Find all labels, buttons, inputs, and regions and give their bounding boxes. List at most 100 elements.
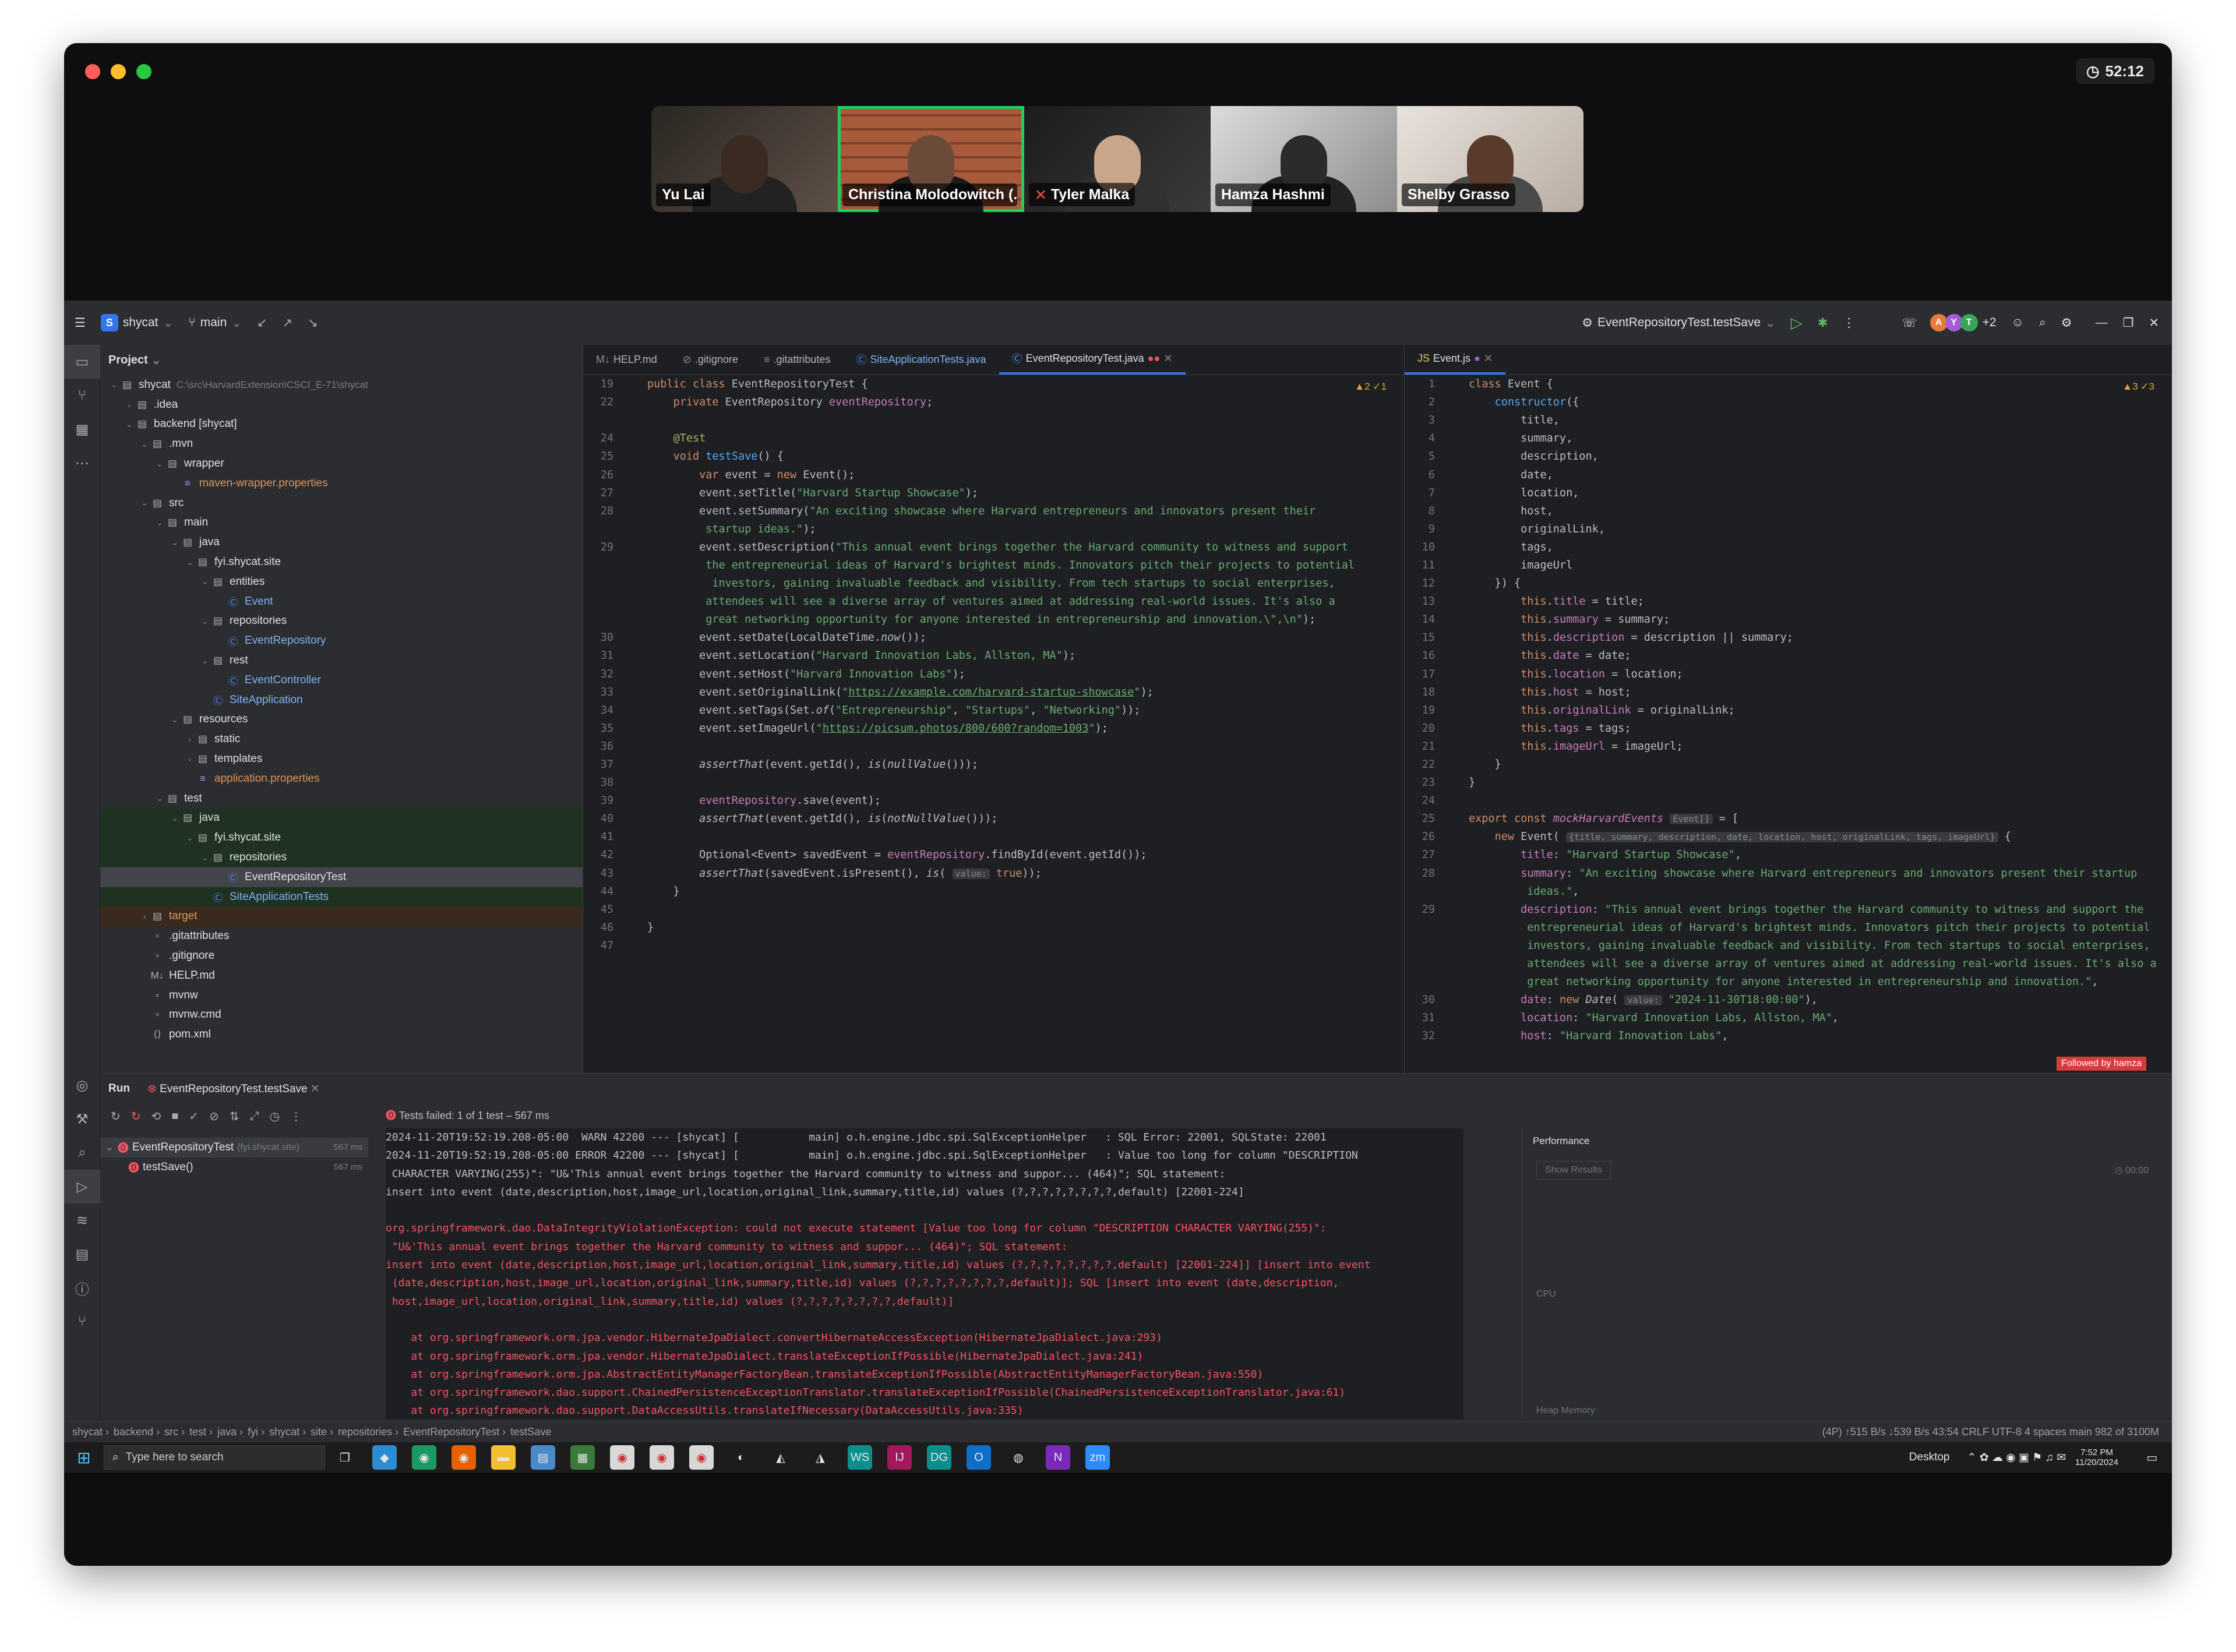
tree-item[interactable]: ⟨⟩ pom.xml: [100, 1025, 583, 1044]
breadcrumb-item[interactable]: testSave: [510, 1426, 551, 1438]
code-line[interactable]: 31 location: "Harvard Innovation Labs, A…: [1405, 1009, 2172, 1027]
editor-tab[interactable]: M↓ HELP.md: [583, 344, 670, 375]
chevron-icon[interactable]: ⌄: [139, 439, 150, 449]
tree-item[interactable]: ⌄ ▤ resources: [100, 710, 583, 730]
zoom-window-button[interactable]: [136, 64, 151, 79]
code-line[interactable]: 46}: [583, 919, 1404, 937]
code-line[interactable]: 24: [1405, 792, 2172, 810]
code-line[interactable]: [583, 411, 1404, 429]
run-tool-icon[interactable]: ▷: [64, 1170, 100, 1203]
tree-item[interactable]: ⌄ ▤ fyi.shycat.site: [100, 828, 583, 848]
project-header[interactable]: Project ⌄: [100, 345, 583, 375]
minimize-window-button[interactable]: [111, 64, 126, 79]
chevron-icon[interactable]: ›: [124, 400, 135, 410]
outlook-icon[interactable]: O: [967, 1445, 991, 1470]
find-icon[interactable]: ⌕: [64, 1136, 100, 1170]
tree-item[interactable]: Ⓒ SiteApplication: [100, 690, 583, 710]
tree-item[interactable]: ▫ .gitattributes: [100, 926, 583, 946]
code-line[interactable]: 44 }: [583, 883, 1404, 901]
code-line[interactable]: 32 host: "Harvard Innovation Labs",: [1405, 1027, 2172, 1045]
more-icon[interactable]: ⋮: [290, 1109, 302, 1124]
tree-item[interactable]: ≡ maven-wrapper.properties: [100, 474, 583, 493]
code-line[interactable]: 37 assertThat(event.getId(), is(nullValu…: [583, 756, 1404, 774]
tree-item[interactable]: M↓ HELP.md: [100, 966, 583, 986]
tree-item[interactable]: Ⓒ SiteApplicationTests: [100, 887, 583, 907]
webstorm-icon[interactable]: WS: [848, 1445, 872, 1470]
chevron-icon[interactable]: ⌄: [184, 557, 196, 567]
chevron-icon[interactable]: ⌄: [139, 498, 150, 508]
tree-item[interactable]: ▫ mvnw.cmd: [100, 1005, 583, 1025]
code-line[interactable]: 5 description,: [1405, 447, 2172, 465]
code-line[interactable]: 6 date,: [1405, 465, 2172, 483]
tree-item[interactable]: ⌄ ▤ java: [100, 808, 583, 828]
code-line[interactable]: 21 this.imageUrl = imageUrl;: [1405, 737, 2172, 756]
breadcrumb-item[interactable]: shycat ›: [72, 1426, 109, 1438]
code-line[interactable]: 15 this.description = description || sum…: [1405, 629, 2172, 647]
code-line[interactable]: great networking opportunity for anyone …: [1405, 973, 2172, 991]
tree-item[interactable]: Ⓒ EventRepository: [100, 631, 583, 651]
code-line[interactable]: 20 this.tags = tags;: [1405, 719, 2172, 737]
run-config-tab[interactable]: ⊗ EventRepositoryTest.testSave ✕: [147, 1082, 320, 1096]
app-icon[interactable]: ◐: [729, 1445, 753, 1470]
code-line[interactable]: 1 class Event {: [1405, 375, 2172, 393]
chevron-icon[interactable]: ⌄: [184, 833, 196, 843]
editor-tab[interactable]: ⊘ .gitignore: [670, 344, 751, 375]
vcs-update-icon[interactable]: ↙: [257, 316, 267, 330]
vcs-push-icon[interactable]: ↘: [308, 316, 318, 330]
code-line[interactable]: 45: [583, 901, 1404, 919]
code-line[interactable]: 36: [583, 737, 1404, 756]
problems-icon[interactable]: ⓘ: [64, 1271, 100, 1305]
edge-icon[interactable]: ◉: [412, 1445, 436, 1470]
terminal-icon[interactable]: ▤: [64, 1237, 100, 1271]
code-line[interactable]: 11 imageUrl: [1405, 556, 2172, 574]
run-icon[interactable]: ▷: [1791, 314, 1803, 332]
tree-item[interactable]: Ⓒ EventRepositoryTest: [100, 867, 583, 887]
code-line[interactable]: 38: [583, 774, 1404, 792]
code-line[interactable]: 29 description: "This annual event bring…: [1405, 901, 2172, 919]
project-tool-icon[interactable]: ▭: [64, 345, 100, 379]
tree-item[interactable]: ⌄ ▤ shycat C:\src\HarvardExtension\CSCI_E-7…: [100, 375, 583, 395]
tree-item[interactable]: › ▤ target: [100, 906, 583, 927]
add-user-icon[interactable]: ☺: [2012, 316, 2024, 330]
test-method-row[interactable]: ⓿ testSave() 567 ms: [100, 1157, 368, 1177]
code-line[interactable]: 27 event.setTitle("Harvard Startup Showc…: [583, 484, 1404, 502]
sort-icon[interactable]: ⇅: [230, 1109, 239, 1124]
settings-gear-icon[interactable]: ⚙: [2061, 316, 2072, 330]
notepad-icon[interactable]: ▤: [531, 1445, 555, 1470]
code-line[interactable]: great networking opportunity for anyone …: [583, 610, 1404, 629]
code-line[interactable]: 24 @Test: [583, 429, 1404, 447]
datagrip-icon[interactable]: DG: [927, 1445, 951, 1470]
javascript-code[interactable]: 1 class Event {2 constructor({3 title, 4 s…: [1405, 375, 2172, 1073]
clock[interactable]: 7:52 PM 11/20/2024: [2075, 1448, 2118, 1467]
tree-item[interactable]: ≡ application.properties: [100, 769, 583, 789]
app-menu-icon[interactable]: ☰: [75, 316, 86, 330]
code-line[interactable]: 22 }: [1405, 756, 2172, 774]
chevron-icon[interactable]: ⌄: [199, 656, 211, 666]
tree-item[interactable]: ⌄ ▤ java: [100, 532, 583, 552]
chevron-icon[interactable]: ›: [184, 735, 196, 744]
code-line[interactable]: 16 this.date = date;: [1405, 647, 2172, 665]
chevron-icon[interactable]: ⌄: [108, 380, 120, 390]
participant-tile[interactable]: Yu Lai: [651, 106, 838, 212]
editor-tab[interactable]: Ⓒ SiteApplicationTests.java: [843, 344, 999, 375]
code-line[interactable]: 33 event.setOriginalLink("https://exampl…: [583, 683, 1404, 701]
code-line[interactable]: 9 originalLink,: [1405, 520, 2172, 538]
editor-tab[interactable]: Ⓒ EventRepositoryTest.java ●● ✕: [999, 344, 1186, 375]
breadcrumb-item[interactable]: test ›: [189, 1426, 213, 1438]
more-icon[interactable]: ⋮: [1843, 316, 1855, 330]
services-icon[interactable]: ◎: [64, 1068, 100, 1102]
code-line[interactable]: 23}: [1405, 774, 2172, 792]
breadcrumb-item[interactable]: java ›: [217, 1426, 243, 1438]
inspection-widget[interactable]: ▲3 ✓3: [2122, 381, 2154, 393]
code-line[interactable]: 2 constructor({: [1405, 393, 2172, 411]
code-with-me-icon[interactable]: ☏: [1902, 316, 1917, 330]
code-line[interactable]: 31 event.setLocation("Harvard Innovation…: [583, 647, 1404, 665]
tree-item[interactable]: Ⓒ Event: [100, 592, 583, 612]
tree-item[interactable]: ⌄ ▤ entities: [100, 572, 583, 592]
rerun-icon[interactable]: ↻: [111, 1109, 121, 1124]
show-passed-icon[interactable]: ✓: [189, 1109, 199, 1124]
code-line[interactable]: 39 eventRepository.save(event);: [583, 792, 1404, 810]
more-tools-icon[interactable]: ⋯: [64, 446, 100, 480]
copilot-icon[interactable]: ◆: [372, 1445, 397, 1470]
chrome-icon-3[interactable]: ◉: [689, 1445, 714, 1470]
